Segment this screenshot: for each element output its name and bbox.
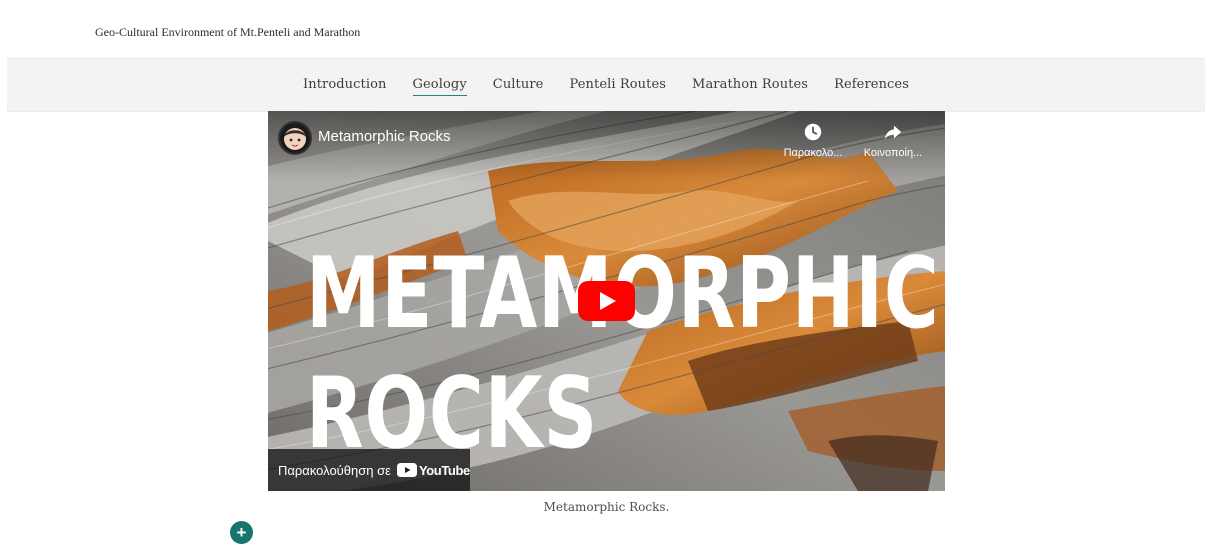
- video-title[interactable]: Metamorphic Rocks: [318, 128, 451, 145]
- clock-icon: [804, 123, 822, 141]
- youtube-video-embed[interactable]: Metamorphic Rocks Παρακολο... Κοινοποίη.…: [268, 111, 945, 491]
- nav-item-marathon-routes[interactable]: Marathon Routes: [679, 59, 821, 111]
- share-label: Κοινοποίη...: [863, 147, 923, 159]
- nav-item-penteli-routes[interactable]: Penteli Routes: [556, 59, 679, 111]
- nav-list: Introduction Geology Culture Penteli Rou…: [7, 59, 1205, 111]
- nav-item-culture[interactable]: Culture: [480, 59, 557, 111]
- play-icon: [578, 281, 635, 321]
- main-navigation: Introduction Geology Culture Penteli Rou…: [7, 58, 1205, 112]
- youtube-logo-icon: [396, 463, 417, 477]
- youtube-logo: YouTube: [396, 462, 470, 478]
- nav-item-geology[interactable]: Geology: [400, 59, 480, 111]
- youtube-logo-text: YouTube: [418, 462, 470, 478]
- add-block-button[interactable]: +: [230, 521, 253, 544]
- channel-avatar[interactable]: [278, 121, 312, 155]
- watch-later-label: Παρακολο...: [783, 147, 843, 159]
- watch-on-label: Παρακολούθηση σε: [278, 462, 391, 478]
- play-button[interactable]: [578, 281, 635, 321]
- nav-item-introduction[interactable]: Introduction: [290, 59, 400, 111]
- share-button[interactable]: Κοινοποίη...: [858, 119, 928, 159]
- video-caption: Metamorphic Rocks.: [543, 500, 670, 514]
- watch-later-button[interactable]: Παρακολο...: [778, 119, 848, 159]
- share-arrow-icon: [884, 125, 902, 140]
- nav-item-references[interactable]: References: [821, 59, 922, 111]
- site-title[interactable]: Geo-Cultural Environment of Mt.Penteli a…: [95, 25, 360, 40]
- avatar-face-icon: [284, 128, 306, 150]
- plus-icon: +: [236, 523, 247, 542]
- watch-on-youtube-button[interactable]: Παρακολούθηση σε YouTube: [268, 449, 470, 491]
